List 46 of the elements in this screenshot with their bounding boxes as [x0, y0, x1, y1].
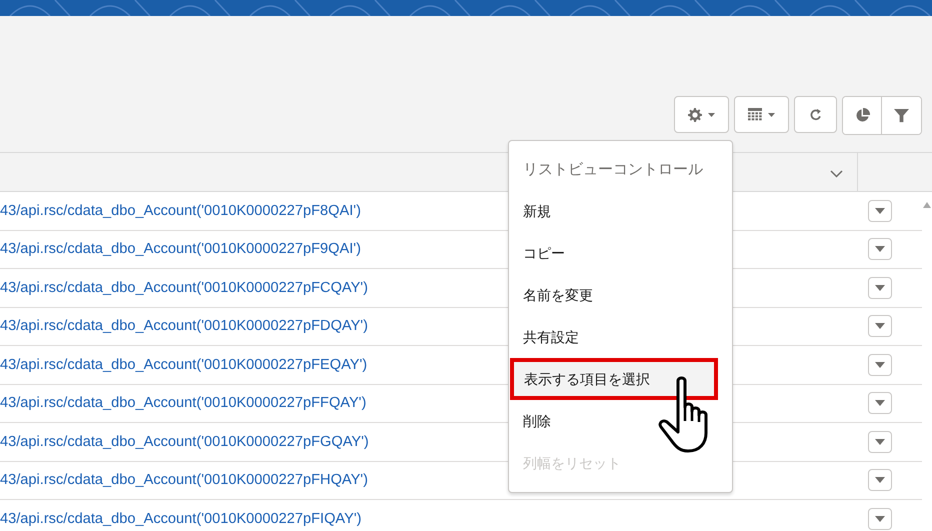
table-view-button[interactable] [734, 96, 789, 133]
caret-icon [875, 516, 885, 522]
caret-icon [875, 438, 885, 445]
caret-icon [768, 112, 775, 116]
row-actions-button[interactable] [868, 469, 892, 492]
row-actions-button[interactable] [868, 430, 892, 453]
settings-button[interactable] [674, 96, 729, 133]
refresh-icon [808, 108, 822, 122]
record-link[interactable]: 43/api.rsc/cdata_dbo_Account('0010K0000227pFCQAY') [0, 280, 368, 296]
table-icon [748, 108, 762, 121]
caret-icon [875, 400, 885, 406]
menu-item[interactable]: 名前を変更 [509, 274, 732, 316]
record-link[interactable]: 43/api.rsc/cdata_dbo_Account('0010K0000227pFIQAY') [0, 510, 362, 527]
menu-item[interactable]: 共有設定 [509, 316, 732, 358]
caret-icon [875, 208, 885, 214]
record-link[interactable]: 43/api.rsc/cdata_dbo_Account('0010K0000227pF9QAI') [0, 241, 361, 258]
menu-item[interactable]: 表示する項目を選択 [510, 358, 718, 400]
chevron-down-icon [830, 170, 843, 178]
record-link[interactable]: 43/api.rsc/cdata_dbo_Account('0010K0000227pFFQAY') [0, 395, 366, 412]
pie-chart-icon [854, 108, 870, 123]
record-link[interactable]: 43/api.rsc/cdata_dbo_Account('0010K0000227pFGQAY') [0, 434, 369, 450]
row-actions-button[interactable] [868, 392, 892, 414]
caret-icon [875, 284, 885, 291]
record-link[interactable]: 43/api.rsc/cdata_dbo_Account('0010K0000227pF8QAI') [0, 202, 361, 219]
record-link[interactable]: 43/api.rsc/cdata_dbo_Account('0010K0000227pFHQAY') [0, 472, 368, 488]
caret-icon [875, 246, 885, 252]
record-link[interactable]: 43/api.rsc/cdata_dbo_Account('0010K0000227pFDQAY') [0, 318, 368, 334]
row-actions-button[interactable] [868, 315, 892, 338]
row-actions-button[interactable] [868, 238, 892, 260]
caret-icon [875, 477, 885, 484]
row-actions-button[interactable] [868, 276, 892, 299]
record-link[interactable]: 43/api.rsc/cdata_dbo_Account('0010K0000227pFEQAY') [0, 356, 368, 373]
caret-icon [708, 112, 715, 116]
menu-item[interactable]: コピー [509, 232, 732, 274]
refresh-button[interactable] [794, 96, 837, 133]
row-actions-button[interactable] [868, 354, 892, 376]
chart-button[interactable] [843, 97, 882, 134]
caret-icon [875, 323, 885, 330]
menu-item[interactable]: 新規 [509, 190, 732, 232]
caret-icon [875, 362, 885, 368]
settings-icon [688, 108, 702, 122]
row-actions-button[interactable] [868, 508, 892, 530]
row-actions-button[interactable] [868, 200, 892, 222]
menu-title: リストビューコントロール [522, 160, 704, 180]
menu-item[interactable]: 削除 [509, 400, 732, 442]
filter-icon [894, 108, 909, 123]
